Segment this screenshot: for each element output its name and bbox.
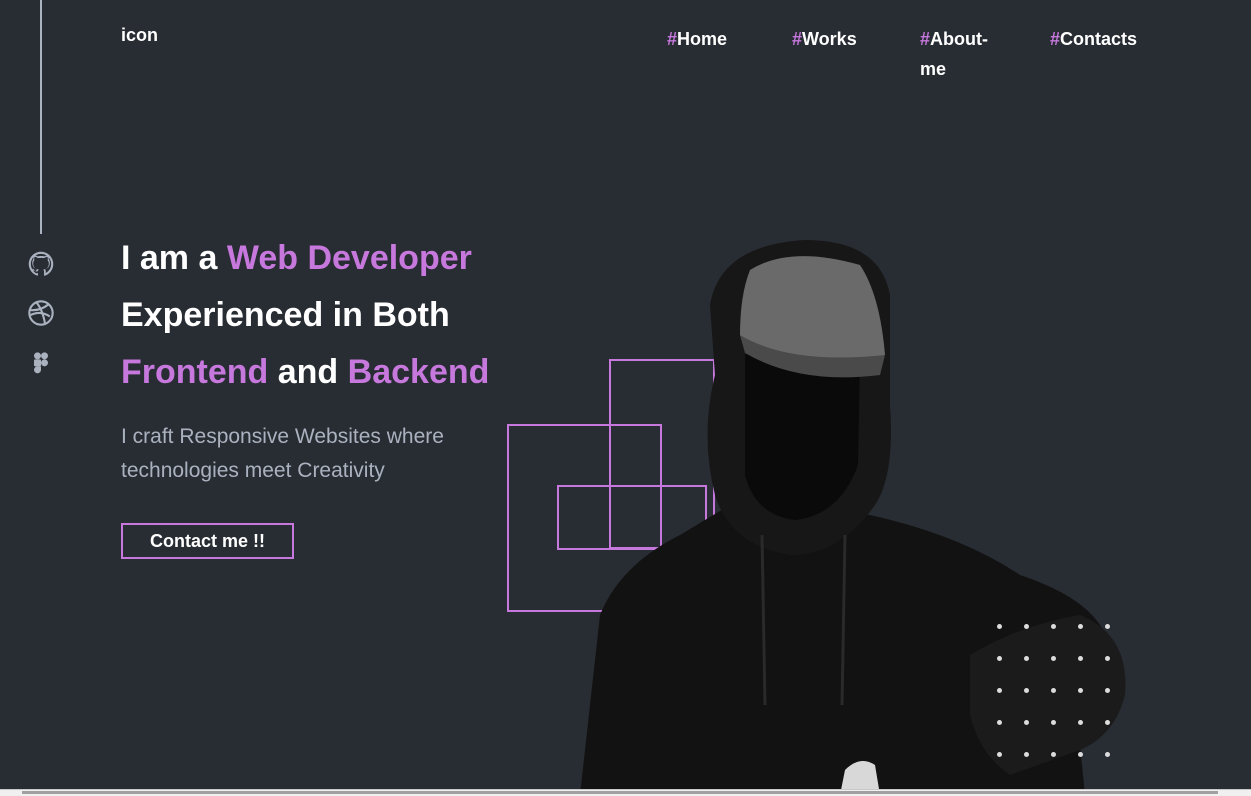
sidebar-line — [40, 0, 42, 234]
decor-dot — [1078, 752, 1083, 757]
hero-subtitle: I craft Responsive Websites where techno… — [121, 425, 444, 482]
nav-label-line2: me — [920, 59, 947, 79]
dribbble-icon — [28, 300, 54, 326]
headline-line-3: Frontend and Backend — [121, 344, 489, 401]
decor-dot — [1105, 624, 1110, 629]
nav-label: Contacts — [1060, 29, 1138, 49]
headline-line-1: I am a Web Developer — [121, 230, 489, 287]
headline-accent: Backend — [347, 353, 490, 391]
figma-icon — [34, 352, 48, 374]
nav-hash: # — [920, 29, 931, 49]
nav-label: Works — [802, 29, 857, 49]
nav-about-me[interactable]: #About-me — [920, 24, 988, 84]
decor-dot — [1105, 688, 1110, 693]
decor-dot — [997, 624, 1002, 629]
decor-dot — [1105, 656, 1110, 661]
scrollbar-thumb[interactable] — [22, 791, 1218, 794]
github-icon — [28, 251, 54, 276]
decor-dot — [1051, 720, 1056, 725]
decor-dot — [1024, 656, 1029, 661]
nav-works[interactable]: #Works — [792, 24, 857, 54]
headline-accent: Web Developer — [226, 239, 472, 277]
decor-dot — [1078, 656, 1083, 661]
nav-home[interactable]: #Home — [667, 24, 727, 54]
decor-dot — [997, 656, 1002, 661]
decor-dot — [1051, 752, 1056, 757]
decor-dot — [1024, 688, 1029, 693]
nav-contacts[interactable]: #Contacts — [1050, 24, 1137, 54]
hero-headline: I am a Web Developer Experienced in Both… — [121, 230, 489, 401]
decor-dot — [1051, 688, 1056, 693]
decor-dot — [1105, 752, 1110, 757]
logo-text[interactable]: icon — [121, 25, 158, 46]
headline-accent: Frontend — [121, 353, 269, 391]
nav-label: About- — [930, 29, 988, 49]
decor-dot — [1078, 720, 1083, 725]
figma-link[interactable] — [25, 348, 57, 380]
nav-hash: # — [792, 29, 803, 49]
decor-dot — [997, 720, 1002, 725]
decor-dot — [1051, 624, 1056, 629]
github-link[interactable] — [25, 248, 57, 280]
decor-dot — [1078, 624, 1083, 629]
headline-line-2: Experienced in Both — [121, 296, 450, 334]
nav-hash: # — [667, 29, 678, 49]
dribbble-link[interactable] — [25, 297, 57, 329]
decor-dot — [997, 752, 1002, 757]
decor-dot — [1078, 688, 1083, 693]
decor-dot — [1024, 720, 1029, 725]
decor-dot — [1024, 752, 1029, 757]
headline-text: and — [268, 353, 348, 391]
decor-dot — [1024, 624, 1029, 629]
decor-dots — [993, 620, 1128, 780]
decor-dot — [1051, 656, 1056, 661]
decor-dot — [1105, 720, 1110, 725]
nav-label: Home — [677, 29, 728, 49]
nav-hash: # — [1050, 29, 1061, 49]
decor-dot — [997, 688, 1002, 693]
headline-text: I am a — [121, 239, 227, 277]
contact-me-button[interactable]: Contact me !! — [121, 523, 294, 559]
